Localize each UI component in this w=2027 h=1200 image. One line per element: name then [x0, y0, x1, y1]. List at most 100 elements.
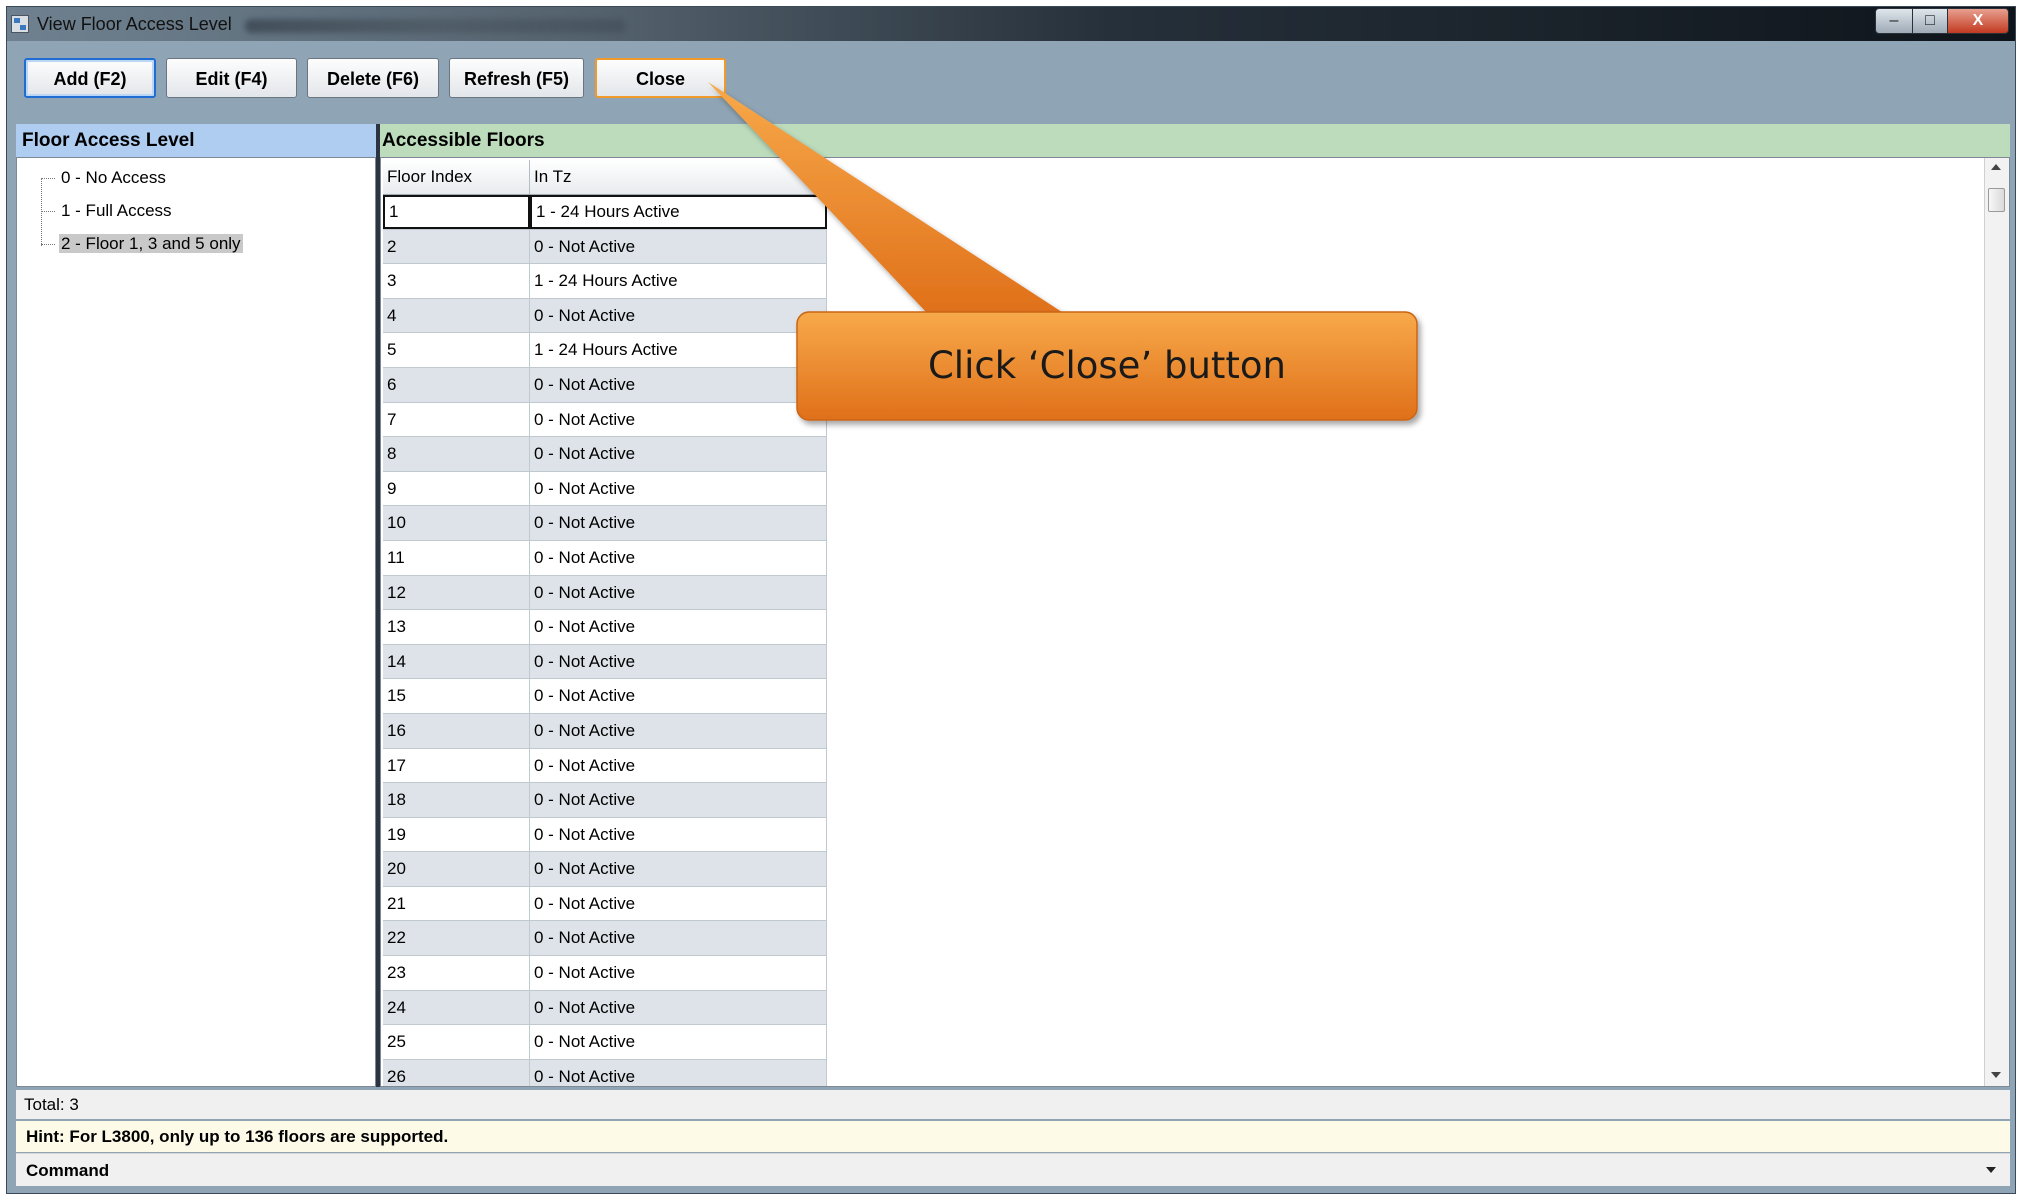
cell-floor-index[interactable]: 11 [383, 540, 530, 575]
tree-item-label: 2 - Floor 1, 3 and 5 only [59, 234, 243, 253]
cell-in-tz[interactable]: 0 - Not Active [530, 402, 827, 437]
cell-in-tz[interactable]: 0 - Not Active [530, 1025, 827, 1059]
cell-in-tz[interactable]: 0 - Not Active [530, 367, 827, 402]
add-button[interactable]: Add (F2) [24, 58, 156, 98]
table-row[interactable]: 24 0 - Not Active [383, 990, 827, 1026]
table-row[interactable]: 15 0 - Not Active [383, 679, 827, 714]
table-row[interactable]: 13 0 - Not Active [383, 610, 827, 645]
column-header-in-tz[interactable]: In Tz [530, 160, 827, 194]
cell-floor-index[interactable]: 16 [383, 713, 530, 748]
table-row[interactable]: 26 0 - Not Active [383, 1059, 827, 1086]
scroll-up-icon[interactable] [1991, 164, 2001, 170]
cell-in-tz[interactable]: 0 - Not Active [530, 921, 827, 956]
cell-floor-index[interactable]: 1 [383, 195, 530, 229]
table-row[interactable]: 20 0 - Not Active [383, 852, 827, 887]
cell-floor-index[interactable]: 12 [383, 575, 530, 610]
cell-in-tz[interactable]: 0 - Not Active [530, 679, 827, 713]
edit-button[interactable]: Edit (F4) [166, 58, 297, 98]
table-row[interactable]: 20 - Not Active [383, 229, 827, 265]
table-row[interactable]: 18 0 - Not Active [383, 783, 827, 818]
minimize-button[interactable]: – [1875, 8, 1913, 34]
cell-floor-index[interactable]: 24 [383, 990, 530, 1025]
cell-floor-index[interactable]: 14 [383, 644, 530, 679]
cell-floor-index[interactable]: 21 [383, 886, 530, 921]
cell-in-tz[interactable]: 1 - 24 Hours Active [530, 333, 827, 367]
cell-in-tz[interactable]: 0 - Not Active [530, 506, 827, 540]
table-row[interactable]: 19 0 - Not Active [383, 817, 827, 853]
table-row[interactable]: 22 0 - Not Active [383, 921, 827, 957]
chevron-down-icon[interactable] [1986, 1167, 1996, 1173]
cell-floor-index[interactable]: 10 [383, 506, 530, 540]
cell-floor-index[interactable]: 2 [383, 229, 530, 264]
table-row[interactable]: 25 0 - Not Active [383, 1025, 827, 1060]
title-bar[interactable]: View Floor Access Level – □ X [7, 7, 2015, 41]
cell-floor-index[interactable]: 17 [383, 748, 530, 783]
cell-floor-index[interactable]: 19 [383, 817, 530, 852]
column-header-floor-index[interactable]: Floor Index [383, 160, 530, 194]
window-close-button[interactable]: X [1947, 8, 2009, 34]
redacted-title-suffix [245, 19, 625, 33]
cell-floor-index[interactable]: 15 [383, 679, 530, 713]
cell-floor-index[interactable]: 9 [383, 471, 530, 506]
cell-in-tz[interactable]: 0 - Not Active [530, 783, 827, 817]
cell-in-tz[interactable]: 0 - Not Active [530, 437, 827, 471]
refresh-button[interactable]: Refresh (F5) [449, 58, 584, 98]
table-row[interactable]: 70 - Not Active [383, 402, 827, 438]
cell-floor-index[interactable]: 8 [383, 437, 530, 471]
cell-in-tz[interactable]: 0 - Not Active [530, 471, 827, 506]
cell-in-tz[interactable]: 0 - Not Active [530, 540, 827, 575]
maximize-button[interactable]: □ [1912, 8, 1948, 34]
table-row[interactable]: 90 - Not Active [383, 471, 827, 507]
table-row[interactable]: 60 - Not Active [383, 367, 827, 403]
cell-floor-index[interactable]: 18 [383, 783, 530, 817]
cell-in-tz[interactable]: 1 - 24 Hours Active [530, 195, 827, 229]
table-row[interactable]: 12 0 - Not Active [383, 575, 827, 611]
cell-floor-index[interactable]: 23 [383, 956, 530, 990]
cell-floor-index[interactable]: 7 [383, 402, 530, 437]
cell-in-tz[interactable]: 0 - Not Active [530, 610, 827, 644]
scroll-down-icon[interactable] [1991, 1072, 2001, 1078]
cell-in-tz[interactable]: 0 - Not Active [530, 298, 827, 333]
tree-item-floor-1-3-5[interactable]: 2 - Floor 1, 3 and 5 only [41, 230, 243, 258]
cell-floor-index[interactable]: 22 [383, 921, 530, 956]
cell-in-tz[interactable]: 0 - Not Active [530, 644, 827, 679]
table-row[interactable]: 10 0 - Not Active [383, 506, 827, 541]
table-row[interactable]: 11 - 24 Hours Active [383, 195, 827, 230]
cell-in-tz[interactable]: 0 - Not Active [530, 748, 827, 783]
table-row[interactable]: 14 0 - Not Active [383, 644, 827, 680]
table-row[interactable]: 17 0 - Not Active [383, 748, 827, 784]
cell-in-tz[interactable]: 0 - Not Active [530, 713, 827, 748]
cell-in-tz[interactable]: 0 - Not Active [530, 956, 827, 990]
scroll-thumb[interactable] [1988, 188, 2005, 212]
cell-floor-index[interactable]: 25 [383, 1025, 530, 1059]
table-row[interactable]: 21 0 - Not Active [383, 886, 827, 922]
cell-floor-index[interactable]: 26 [383, 1059, 530, 1086]
cell-in-tz[interactable]: 0 - Not Active [530, 817, 827, 852]
table-row[interactable]: 31 - 24 Hours Active [383, 264, 827, 299]
tree-item-no-access[interactable]: 0 - No Access [41, 164, 168, 192]
cell-floor-index[interactable]: 20 [383, 852, 530, 886]
cell-in-tz[interactable]: 0 - Not Active [530, 1059, 827, 1086]
cell-floor-index[interactable]: 4 [383, 298, 530, 333]
cell-in-tz[interactable]: 1 - 24 Hours Active [530, 264, 827, 298]
table-row[interactable]: 40 - Not Active [383, 298, 827, 334]
table-row[interactable]: 11 0 - Not Active [383, 540, 827, 576]
table-row[interactable]: 51 - 24 Hours Active [383, 333, 827, 368]
close-button[interactable]: Close [595, 58, 726, 98]
vertical-scrollbar[interactable] [1984, 158, 2009, 1086]
cell-in-tz[interactable]: 0 - Not Active [530, 990, 827, 1025]
table-row[interactable]: 23 0 - Not Active [383, 956, 827, 991]
table-row[interactable]: 80 - Not Active [383, 437, 827, 472]
cell-floor-index[interactable]: 3 [383, 264, 530, 298]
table-row[interactable]: 16 0 - Not Active [383, 713, 827, 749]
cell-in-tz[interactable]: 0 - Not Active [530, 575, 827, 610]
cell-floor-index[interactable]: 5 [383, 333, 530, 367]
tree-item-full-access[interactable]: 1 - Full Access [41, 197, 174, 225]
cell-in-tz[interactable]: 0 - Not Active [530, 852, 827, 886]
delete-button[interactable]: Delete (F6) [307, 58, 439, 98]
cell-floor-index[interactable]: 6 [383, 367, 530, 402]
cell-floor-index[interactable]: 13 [383, 610, 530, 644]
cell-in-tz[interactable]: 0 - Not Active [530, 886, 827, 921]
command-dropdown[interactable]: Command [16, 1153, 2010, 1186]
cell-in-tz[interactable]: 0 - Not Active [530, 229, 827, 264]
